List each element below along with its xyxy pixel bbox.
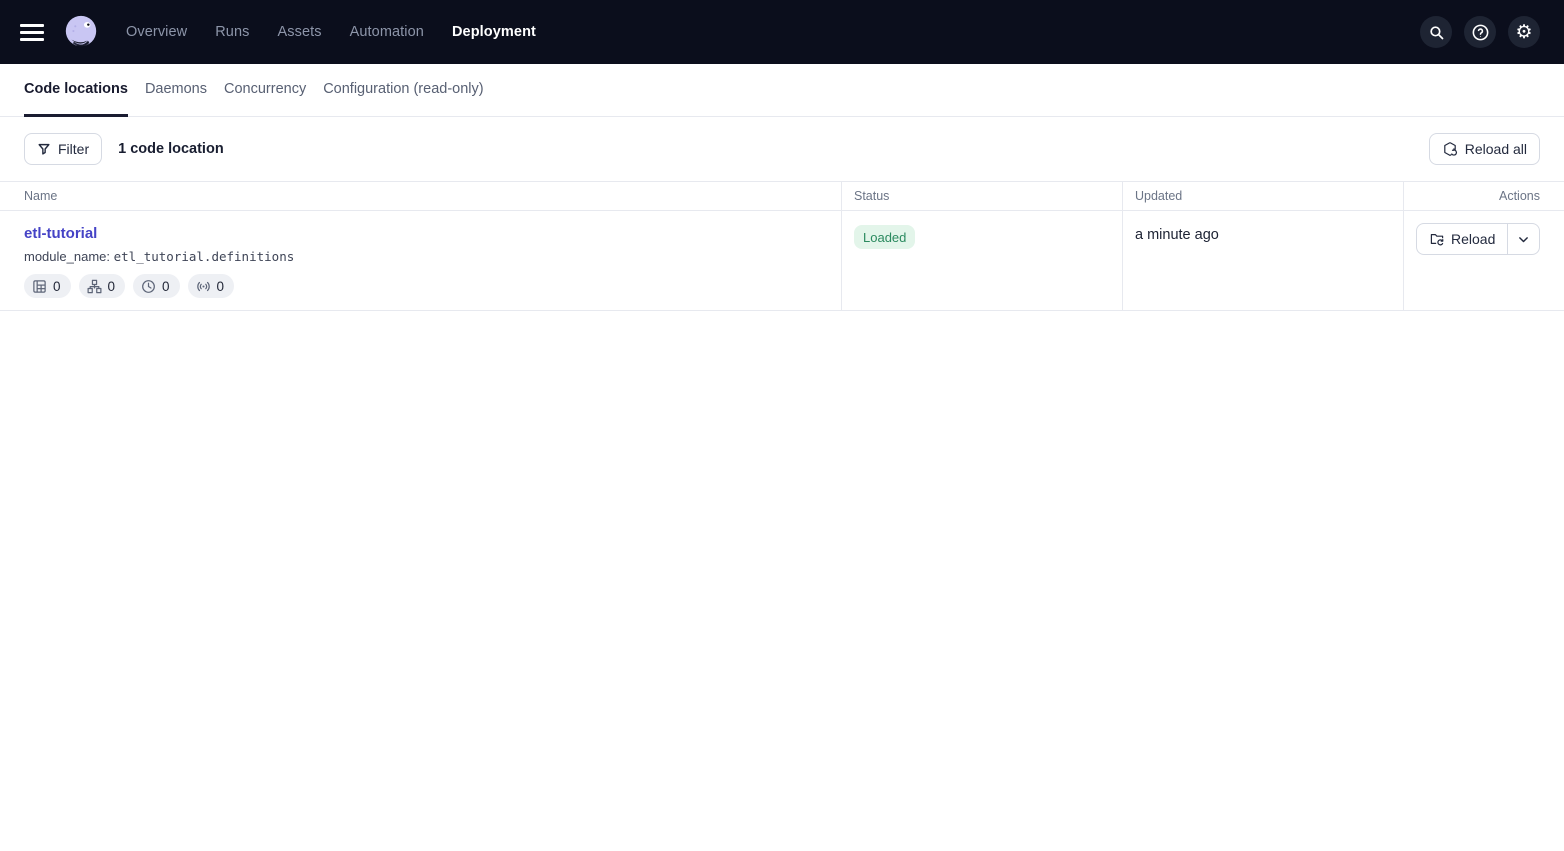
topnav-actions: ⚙ — [1420, 16, 1540, 48]
updated-timestamp: a minute ago — [1135, 227, 1391, 243]
sensors-count-badge[interactable]: 0 — [188, 274, 235, 298]
code-locations-table-header: Name Status Updated Actions — [0, 181, 1564, 211]
reload-split-button: Reload — [1416, 223, 1540, 255]
search-icon — [1428, 24, 1445, 41]
reload-dropdown-button[interactable] — [1507, 224, 1539, 254]
primary-nav: Overview Runs Assets Automation Deployme… — [126, 24, 536, 40]
module-name-value: etl_tutorial.definitions — [114, 249, 295, 264]
module-name-line: module_name: etl_tutorial.definitions — [24, 249, 829, 264]
actions-cell: Reload — [1404, 211, 1564, 310]
updated-cell: a minute ago — [1123, 211, 1404, 310]
nav-item-deployment[interactable]: Deployment — [452, 24, 536, 40]
column-header-name: Name — [0, 182, 842, 210]
tab-code-locations[interactable]: Code locations — [24, 64, 128, 117]
nav-item-automation[interactable]: Automation — [350, 24, 424, 40]
jobs-icon — [87, 279, 102, 294]
code-location-row: etl-tutorial module_name: etl_tutorial.d… — [0, 211, 1564, 311]
nav-item-overview[interactable]: Overview — [126, 24, 187, 40]
column-header-actions: Actions — [1404, 182, 1564, 210]
nav-item-runs[interactable]: Runs — [215, 24, 249, 40]
settings-button[interactable]: ⚙ — [1508, 16, 1540, 48]
tab-concurrency[interactable]: Concurrency — [224, 64, 306, 117]
definition-count-badges: 0 0 0 — [24, 274, 829, 298]
folder-reload-icon — [1429, 231, 1445, 247]
help-icon — [1471, 23, 1490, 42]
chevron-down-icon — [1517, 233, 1530, 246]
status-badge: Loaded — [854, 225, 915, 249]
sensors-icon — [196, 279, 211, 294]
menu-icon[interactable] — [20, 18, 48, 46]
reload-all-label: Reload all — [1465, 141, 1527, 157]
code-location-count: 1 code location — [118, 141, 224, 157]
code-location-link[interactable]: etl-tutorial — [24, 225, 97, 242]
assets-count-badge[interactable]: 0 — [24, 274, 71, 298]
schedules-count-badge[interactable]: 0 — [133, 274, 180, 298]
filter-icon — [37, 142, 51, 156]
assets-icon — [32, 279, 47, 294]
dagster-logo[interactable] — [62, 13, 100, 51]
filter-button[interactable]: Filter — [24, 133, 102, 165]
deployment-tabs: Code locations Daemons Concurrency Confi… — [0, 64, 1564, 117]
code-locations-toolbar: Filter 1 code location Reload all — [0, 117, 1564, 181]
tab-configuration[interactable]: Configuration (read-only) — [323, 64, 483, 117]
gear-icon: ⚙ — [1515, 23, 1532, 42]
column-header-status: Status — [842, 182, 1123, 210]
nav-item-assets[interactable]: Assets — [277, 24, 321, 40]
code-location-reload-icon — [1442, 141, 1458, 157]
top-navigation-bar: Overview Runs Assets Automation Deployme… — [0, 0, 1564, 64]
column-header-updated: Updated — [1123, 182, 1404, 210]
filter-label: Filter — [58, 141, 89, 157]
reload-all-button[interactable]: Reload all — [1429, 133, 1540, 165]
search-button[interactable] — [1420, 16, 1452, 48]
reload-button[interactable]: Reload — [1417, 224, 1507, 254]
name-cell: etl-tutorial module_name: etl_tutorial.d… — [0, 211, 842, 310]
tab-daemons[interactable]: Daemons — [145, 64, 207, 117]
help-button[interactable] — [1464, 16, 1496, 48]
status-cell: Loaded — [842, 211, 1123, 310]
jobs-count-badge[interactable]: 0 — [79, 274, 126, 298]
schedules-icon — [141, 279, 156, 294]
